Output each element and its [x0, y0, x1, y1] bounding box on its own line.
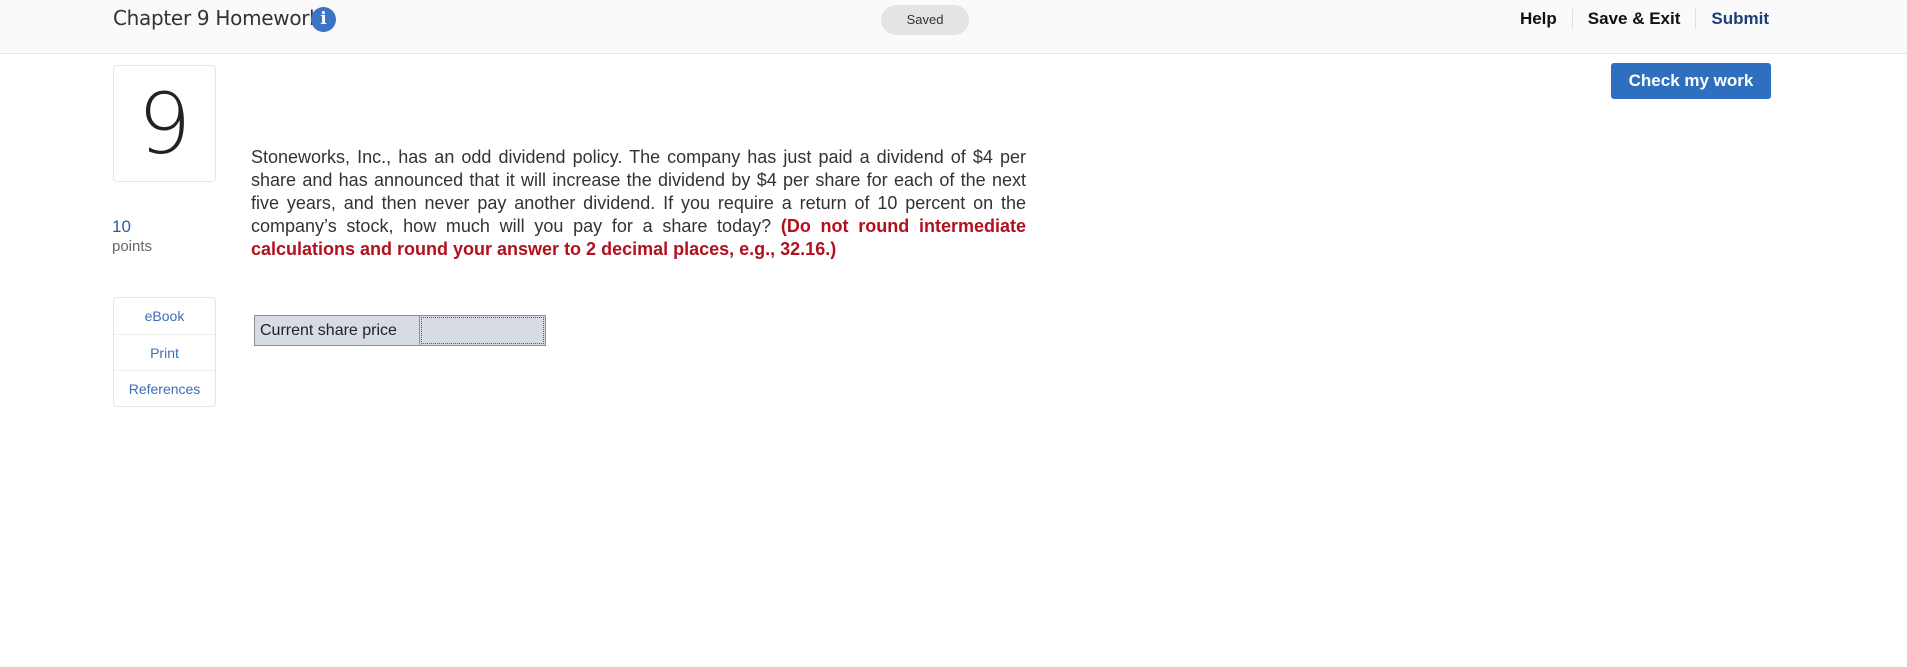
question-text: Stoneworks, Inc., has an odd dividend po…: [251, 146, 1026, 261]
points-value: 10: [112, 217, 131, 236]
help-link[interactable]: Help: [1505, 9, 1572, 29]
share-price-input[interactable]: [419, 315, 546, 346]
ebook-link[interactable]: eBook: [114, 298, 215, 334]
answer-label: Current share price: [254, 315, 419, 346]
info-icon[interactable]: i: [311, 7, 336, 32]
header-nav: Help Save & Exit Submit: [1505, 0, 1769, 38]
save-status-badge: Saved: [881, 5, 969, 35]
submit-link[interactable]: Submit: [1695, 9, 1769, 29]
assignment-title: Chapter 9 Homework: [113, 6, 321, 30]
save-exit-link[interactable]: Save & Exit: [1571, 9, 1696, 29]
references-link[interactable]: References: [114, 370, 215, 406]
question-number: 9: [137, 75, 192, 173]
print-link[interactable]: Print: [114, 334, 215, 370]
top-bar: Chapter 9 Homework i Saved Help Save & E…: [0, 0, 1907, 54]
question-tools: eBook Print References: [113, 297, 216, 407]
question-number-box: 9: [113, 65, 216, 182]
answer-row: Current share price: [254, 315, 546, 346]
points-label: points: [112, 238, 153, 255]
check-my-work-button[interactable]: Check my work: [1611, 63, 1771, 99]
